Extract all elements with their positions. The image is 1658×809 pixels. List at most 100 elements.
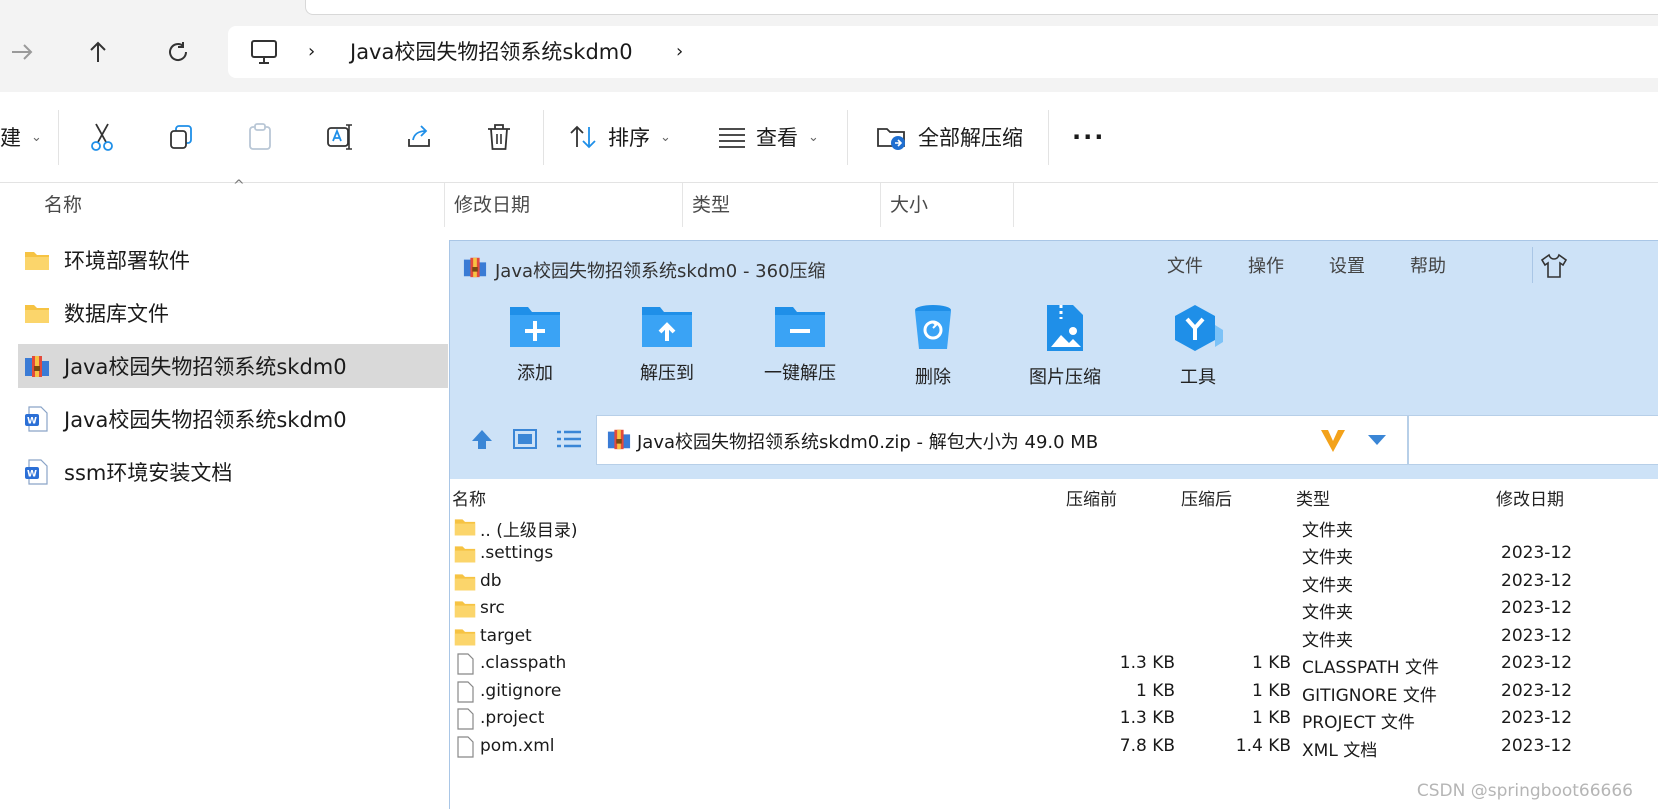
list-item[interactable]: 数据库文件 xyxy=(18,291,448,335)
row-type: 文件夹 xyxy=(1302,521,1353,541)
folder-icon xyxy=(25,305,49,323)
divider xyxy=(58,110,59,165)
skin-shirt-icon[interactable] xyxy=(1540,253,1568,279)
cut-button[interactable] xyxy=(88,120,116,154)
row-size-before: 7.8 KB xyxy=(1119,736,1175,756)
paste-button[interactable] xyxy=(246,120,274,154)
add-label: 添加 xyxy=(517,363,553,384)
up-level-icon[interactable] xyxy=(470,428,494,450)
tools-label: 工具 xyxy=(1180,367,1216,388)
column-divider[interactable] xyxy=(682,183,683,227)
row-name: src xyxy=(480,598,505,618)
list-item[interactable]: W ssm环境安装文档 xyxy=(18,450,448,494)
sort-caret-up-icon: ^ xyxy=(233,178,245,194)
row-date: 2023-12 xyxy=(1501,598,1573,618)
share-button[interactable] xyxy=(405,120,433,154)
word-doc-icon: W xyxy=(25,406,48,432)
row-size-before: 1.3 KB xyxy=(1119,708,1175,728)
archive-path-bar[interactable]: Java校园失物招领系统skdm0.zip - 解包大小为 49.0 MB xyxy=(596,415,1408,465)
table-row[interactable]: db 文件夹 2023-12 xyxy=(450,569,1658,596)
menu-file[interactable]: 文件 xyxy=(1167,252,1203,278)
extract-all-label: 全部解压缩 xyxy=(918,126,1023,150)
table-row[interactable]: .settings 文件夹 2023-12 xyxy=(450,541,1658,568)
recycle-bin-icon xyxy=(915,305,951,349)
table-row[interactable]: src 文件夹 2023-12 xyxy=(450,596,1658,623)
row-name: target xyxy=(480,626,532,646)
file-icon xyxy=(457,736,474,758)
column-header-date[interactable]: 修改日期 xyxy=(454,183,530,227)
divider xyxy=(847,110,848,165)
archive-search-input[interactable] xyxy=(1408,415,1658,465)
share-icon xyxy=(408,125,430,147)
tab-strip-edge xyxy=(305,0,1658,15)
zip-column-name[interactable]: 名称 xyxy=(452,485,486,510)
row-size-after: 1 KB xyxy=(1251,708,1291,728)
image-compress-button[interactable]: 图片压缩 xyxy=(1010,303,1120,389)
refresh-button[interactable] xyxy=(156,30,200,74)
up-button[interactable] xyxy=(76,30,120,74)
table-row[interactable]: .project 1.3 KB 1 KB PROJECT 文件 2023-12 xyxy=(450,706,1658,733)
column-header-type[interactable]: 类型 xyxy=(692,183,730,227)
table-row[interactable]: .gitignore 1 KB 1 KB GITIGNORE 文件 2023-1… xyxy=(450,679,1658,706)
row-date: 2023-12 xyxy=(1501,681,1573,701)
table-row[interactable]: .classpath 1.3 KB 1 KB CLASSPATH 文件 2023… xyxy=(450,651,1658,678)
row-name: pom.xml xyxy=(480,736,555,756)
table-row[interactable]: pom.xml 7.8 KB 1.4 KB XML 文档 2023-12 xyxy=(450,734,1658,761)
sort-button[interactable]: 排序 ⌄ xyxy=(568,120,671,154)
chevron-down-icon: ⌄ xyxy=(31,129,42,145)
sort-arrows-icon xyxy=(570,125,596,149)
new-button[interactable]: 建 ⌄ xyxy=(0,120,42,154)
zip-archive-icon xyxy=(607,429,631,450)
row-date: 2023-12 xyxy=(1501,543,1573,563)
thumbnail-view-icon[interactable] xyxy=(513,429,537,449)
extract-all-button[interactable]: 全部解压缩 xyxy=(876,120,1023,154)
tools-button[interactable]: 工具 xyxy=(1143,303,1253,389)
refresh-icon xyxy=(169,42,188,61)
folder-icon xyxy=(454,629,476,646)
view-button[interactable]: 查看 ⌄ xyxy=(718,120,819,154)
one-click-extract-button[interactable]: 一键解压 xyxy=(745,303,855,385)
zip-column-date[interactable]: 修改日期 xyxy=(1496,485,1564,510)
breadcrumb-item[interactable]: Java校园失物招领系统skdm0 xyxy=(350,26,633,78)
add-button[interactable]: 添加 xyxy=(480,303,590,385)
dropdown-triangle-icon[interactable] xyxy=(1367,434,1387,446)
menu-operation[interactable]: 操作 xyxy=(1248,252,1284,278)
image-compress-label: 图片压缩 xyxy=(1029,367,1101,388)
chevron-down-icon: ⌄ xyxy=(660,129,671,145)
forward-button[interactable] xyxy=(0,30,44,74)
rename-button[interactable] xyxy=(325,120,355,154)
extract-to-label: 解压到 xyxy=(640,363,694,384)
extract-to-button[interactable]: 解压到 xyxy=(612,303,722,385)
zip-column-size-before[interactable]: 压缩前 xyxy=(1066,485,1117,510)
row-type: CLASSPATH 文件 xyxy=(1302,658,1439,678)
column-divider[interactable] xyxy=(1013,183,1014,227)
detail-list-icon[interactable] xyxy=(556,429,582,449)
divider xyxy=(1048,110,1049,165)
list-item[interactable]: W Java校园失物招领系统skdm0 xyxy=(18,397,448,441)
list-item[interactable]: 环境部署软件 xyxy=(18,238,448,282)
table-row[interactable]: .. (上级目录) 文件夹 xyxy=(450,514,1658,541)
divider xyxy=(543,110,544,165)
zip-delete-button[interactable]: 删除 xyxy=(878,303,988,389)
delete-button[interactable] xyxy=(485,120,513,154)
list-item-selected[interactable]: Java校园失物招领系统skdm0 xyxy=(18,344,448,388)
more-options-button[interactable]: ··· xyxy=(1072,120,1105,154)
v-logo-icon[interactable] xyxy=(1319,426,1347,454)
row-date: 2023-12 xyxy=(1501,626,1573,646)
menu-help[interactable]: 帮助 xyxy=(1410,252,1446,278)
copy-button[interactable] xyxy=(167,120,195,154)
column-header-name[interactable]: 名称 xyxy=(44,183,82,227)
table-row[interactable]: target 文件夹 2023-12 xyxy=(450,624,1658,651)
extract-folder-icon xyxy=(877,128,905,150)
zip-archive-icon xyxy=(25,356,49,377)
row-name: .settings xyxy=(480,543,554,563)
column-header-size[interactable]: 大小 xyxy=(890,183,928,227)
address-bar[interactable]: › Java校园失物招领系统skdm0 › xyxy=(228,26,1658,78)
zip-column-type[interactable]: 类型 xyxy=(1296,485,1330,510)
zip-column-size-after[interactable]: 压缩后 xyxy=(1181,485,1232,510)
column-divider[interactable] xyxy=(880,183,881,227)
zip-window: Java校园失物招领系统skdm0 - 360压缩 文件 操作 设置 帮助 添加… xyxy=(449,240,1658,809)
column-divider[interactable] xyxy=(444,183,445,227)
menu-settings[interactable]: 设置 xyxy=(1329,252,1365,278)
one-click-extract-label: 一键解压 xyxy=(764,363,836,384)
